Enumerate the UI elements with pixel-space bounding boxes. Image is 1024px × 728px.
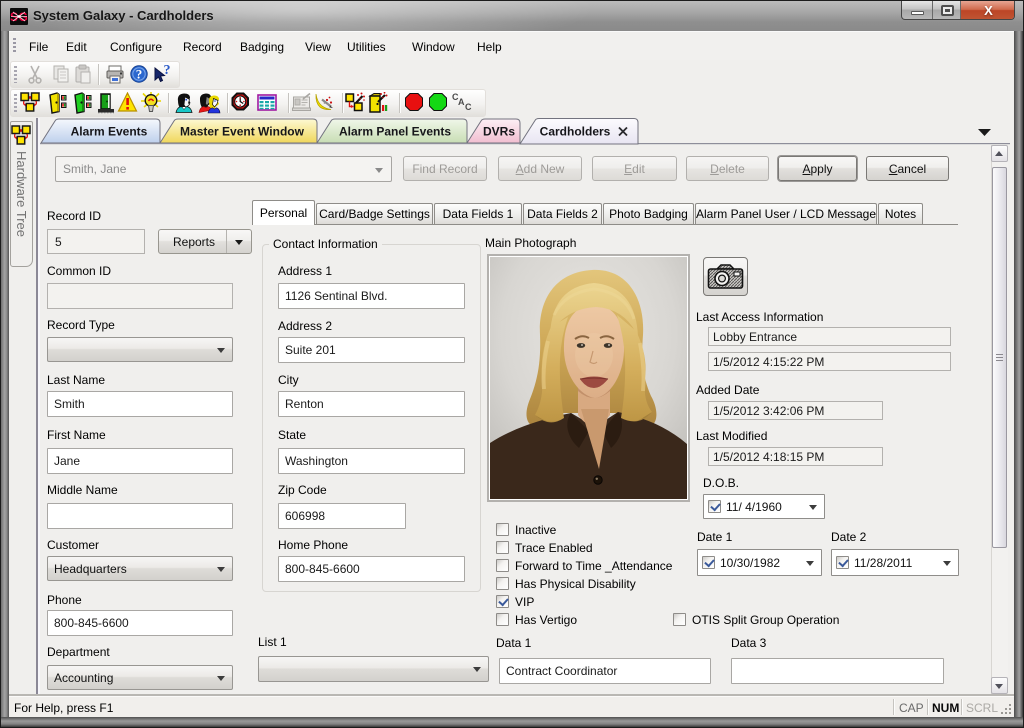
svg-text:DVRs: DVRs — [483, 125, 515, 139]
svg-text:S: S — [10, 10, 18, 24]
svg-text:?: ? — [164, 63, 171, 78]
svg-text:A: A — [458, 97, 465, 107]
svg-text:Cardholders: Cardholders — [540, 125, 611, 139]
svg-text:Master Event Window: Master Event Window — [180, 125, 305, 139]
svg-text:?: ? — [136, 67, 143, 82]
svg-text:Alarm Events: Alarm Events — [71, 125, 148, 139]
svg-text:Alarm Panel Events: Alarm Panel Events — [339, 125, 451, 139]
svg-text:C: C — [465, 102, 472, 112]
